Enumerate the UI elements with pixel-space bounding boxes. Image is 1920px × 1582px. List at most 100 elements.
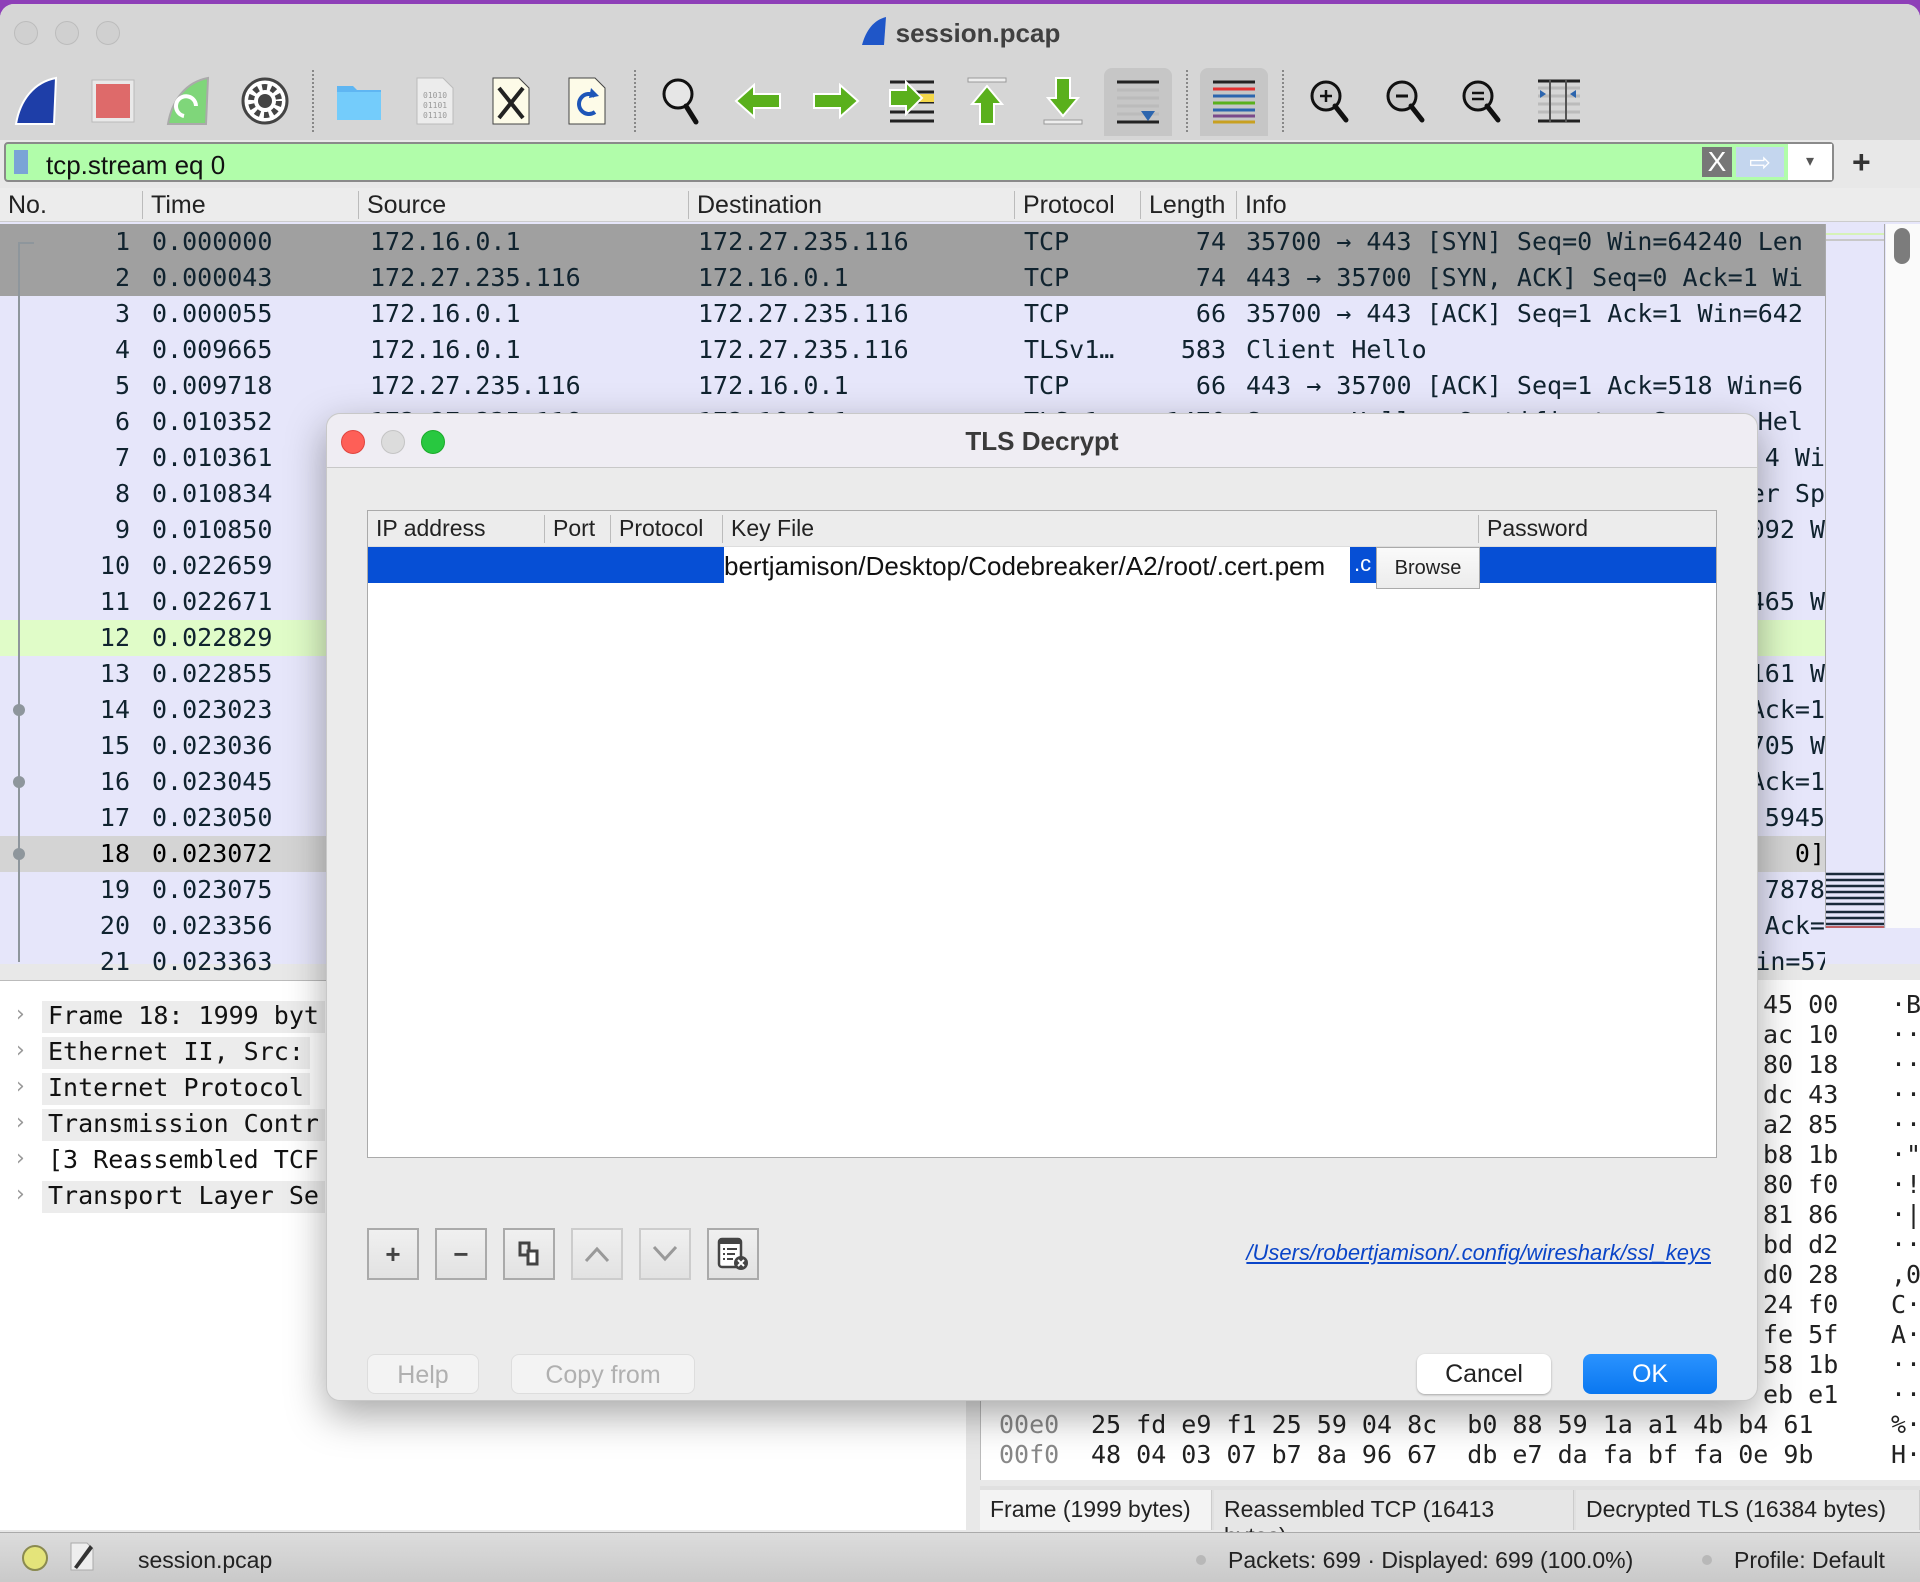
cancel-button[interactable]: Cancel bbox=[1417, 1354, 1551, 1394]
column-header-source[interactable]: Source bbox=[358, 191, 446, 219]
chevron-right-icon[interactable]: › bbox=[16, 1074, 25, 1099]
column-header-port[interactable]: Port bbox=[544, 515, 595, 543]
reload-file-button[interactable] bbox=[558, 72, 616, 130]
resize-columns-button[interactable] bbox=[1530, 72, 1588, 130]
remove-entry-button[interactable]: − bbox=[435, 1228, 487, 1280]
packet-row[interactable]: 1 0.000000 172.16.0.1 172.27.235.116 TCP 74 35… bbox=[0, 224, 1825, 260]
add-entry-button[interactable]: + bbox=[367, 1228, 419, 1280]
help-button[interactable]: Help bbox=[367, 1354, 479, 1394]
copy-entry-button[interactable] bbox=[503, 1228, 555, 1280]
main-toolbar: 01010 01101 01110 bbox=[0, 62, 1920, 140]
packet-row[interactable]: 4 0.009665 172.16.0.1 172.27.235.116 TLSv1… 5… bbox=[0, 332, 1825, 368]
column-header-no[interactable]: No. bbox=[0, 191, 47, 219]
detail-tree-label: Internet Protocol bbox=[42, 1073, 310, 1105]
add-filter-button[interactable]: + bbox=[1852, 144, 1871, 181]
zoom-out-icon bbox=[1386, 80, 1425, 123]
packet-list-scrollbar[interactable] bbox=[1886, 224, 1920, 928]
capture-options-button[interactable] bbox=[236, 72, 294, 130]
packet-cell-proto: TCP bbox=[1024, 227, 1070, 256]
ssl-keys-path-link[interactable]: /Users/robertjamison/.config/wireshark/s… bbox=[1246, 1240, 1711, 1266]
packet-cell-len: 66 bbox=[1195, 371, 1226, 400]
find-packet-button[interactable] bbox=[654, 72, 712, 130]
open-file-button[interactable] bbox=[330, 72, 388, 130]
column-header-info[interactable]: Info bbox=[1236, 191, 1287, 219]
restart-fin-icon bbox=[166, 76, 210, 125]
zoom-out-button[interactable] bbox=[1378, 72, 1436, 130]
packet-row[interactable]: 5 0.009718 172.27.235.116 172.16.0.1 TCP 66 44… bbox=[0, 368, 1825, 404]
ascii-fragment: A· bbox=[1891, 1320, 1920, 1349]
hex-ascii: %· bbox=[1891, 1410, 1920, 1439]
chevron-down-icon bbox=[652, 1245, 678, 1262]
move-up-button[interactable] bbox=[571, 1228, 623, 1280]
close-file-button[interactable] bbox=[482, 72, 540, 130]
column-header-ip-address[interactable]: IP address bbox=[368, 515, 486, 543]
hex-fragment: a2 85 bbox=[1763, 1110, 1839, 1139]
colorize-button[interactable] bbox=[1200, 68, 1268, 136]
plus-icon: + bbox=[385, 1238, 401, 1269]
zoom-in-button[interactable] bbox=[1302, 72, 1360, 130]
packet-cell-time: 0.023050 bbox=[152, 803, 273, 832]
column-header-length[interactable]: Length bbox=[1140, 191, 1236, 219]
chevron-right-icon[interactable]: › bbox=[16, 1002, 25, 1027]
hex-bytes: 25 fd e9 f1 25 59 04 8c b0 88 59 1a a1 4… bbox=[1091, 1410, 1814, 1439]
go-last-button[interactable] bbox=[1034, 72, 1092, 130]
status-profile[interactable]: Profile: Default bbox=[1734, 1547, 1885, 1574]
capture-comment-icon[interactable] bbox=[70, 1541, 94, 1571]
ascii-fragment: ·B bbox=[1891, 990, 1920, 1019]
go-back-button[interactable] bbox=[730, 72, 788, 130]
apply-filter-button[interactable]: ⇨ bbox=[1736, 147, 1784, 177]
save-file-button[interactable]: 01010 01101 01110 bbox=[406, 72, 464, 130]
status-file-name: session.pcap bbox=[138, 1547, 273, 1573]
clear-filter-button[interactable]: X bbox=[1702, 147, 1732, 177]
go-first-button[interactable] bbox=[958, 72, 1016, 130]
key-file-input[interactable]: bertjamison/Desktop/Codebreaker/A2/root/… bbox=[724, 547, 1350, 585]
packet-row[interactable]: 2 0.000043 172.27.235.116 172.16.0.1 TCP 74 44… bbox=[0, 260, 1825, 296]
browse-button[interactable]: Browse bbox=[1376, 547, 1480, 589]
column-header-password[interactable]: Password bbox=[1478, 515, 1588, 543]
arrow-right-icon bbox=[813, 82, 860, 120]
stop-capture-button[interactable] bbox=[84, 72, 142, 130]
column-header-time[interactable]: Time bbox=[142, 191, 206, 219]
column-header-protocol[interactable]: Protocol bbox=[1014, 191, 1115, 219]
clear-entries-button[interactable] bbox=[707, 1228, 759, 1280]
hex-offset: 00e0 bbox=[999, 1410, 1060, 1439]
keys-table[interactable]: IP address Port Protocol Key File Passwo… bbox=[367, 510, 1717, 1158]
ok-button[interactable]: OK bbox=[1583, 1354, 1717, 1394]
go-to-packet-button[interactable] bbox=[882, 72, 940, 130]
tab-frame-bytes[interactable]: Frame (1999 bytes) bbox=[980, 1490, 1212, 1530]
column-header-destination[interactable]: Destination bbox=[688, 191, 822, 219]
tab-reassembled-tcp[interactable]: Reassembled TCP (16413 bytes) bbox=[1214, 1490, 1574, 1549]
packet-row[interactable]: 3 0.000055 172.16.0.1 172.27.235.116 TCP 66 35… bbox=[0, 296, 1825, 332]
chevron-right-icon[interactable]: › bbox=[16, 1038, 25, 1063]
display-filter-input[interactable]: tcp.stream eq 0 bbox=[46, 150, 225, 181]
filter-bookmark-icon[interactable] bbox=[14, 150, 28, 174]
packet-cell-time: 0.023023 bbox=[152, 695, 273, 724]
start-capture-button[interactable] bbox=[8, 72, 66, 130]
keys-table-header: IP address Port Protocol Key File Passwo… bbox=[368, 511, 1716, 547]
packet-cell-time: 0.000043 bbox=[152, 263, 273, 292]
key-entry-row[interactable]: bertjamison/Desktop/Codebreaker/A2/root/… bbox=[368, 547, 1716, 589]
clear-list-icon bbox=[717, 1237, 748, 1270]
packet-cell-dst: 172.27.235.116 bbox=[698, 227, 909, 256]
display-filter-bar[interactable]: tcp.stream eq 0 X ⇨ ▾ bbox=[4, 142, 1834, 182]
column-header-protocol[interactable]: Protocol bbox=[610, 515, 703, 543]
column-header-key-file[interactable]: Key File bbox=[722, 515, 814, 543]
chevron-right-icon[interactable]: › bbox=[16, 1182, 25, 1207]
packet-cell-proto: TCP bbox=[1024, 371, 1070, 400]
title-bar: session.pcap bbox=[0, 4, 1920, 62]
filter-history-dropdown[interactable]: ▾ bbox=[1788, 144, 1832, 180]
move-down-button[interactable] bbox=[639, 1228, 691, 1280]
copy-from-button[interactable]: Copy from bbox=[511, 1354, 695, 1394]
chevron-right-icon[interactable]: › bbox=[16, 1110, 25, 1135]
detail-tree-label: Transmission Contr bbox=[42, 1109, 325, 1141]
tab-decrypted-tls[interactable]: Decrypted TLS (16384 bytes) bbox=[1576, 1490, 1920, 1530]
scrollbar-thumb[interactable] bbox=[1894, 228, 1910, 264]
packet-cell-info: 443 → 35700 [ACK] Seq=1 Ack=518 Win=6 bbox=[1246, 371, 1803, 400]
go-forward-button[interactable] bbox=[806, 72, 864, 130]
expert-info-indicator-icon[interactable] bbox=[22, 1545, 48, 1571]
auto-scroll-button[interactable] bbox=[1104, 68, 1172, 136]
restart-capture-button[interactable] bbox=[160, 72, 218, 130]
chevron-right-icon[interactable]: › bbox=[16, 1146, 25, 1171]
packet-minimap[interactable] bbox=[1825, 224, 1885, 928]
zoom-normal-button[interactable] bbox=[1454, 72, 1512, 130]
